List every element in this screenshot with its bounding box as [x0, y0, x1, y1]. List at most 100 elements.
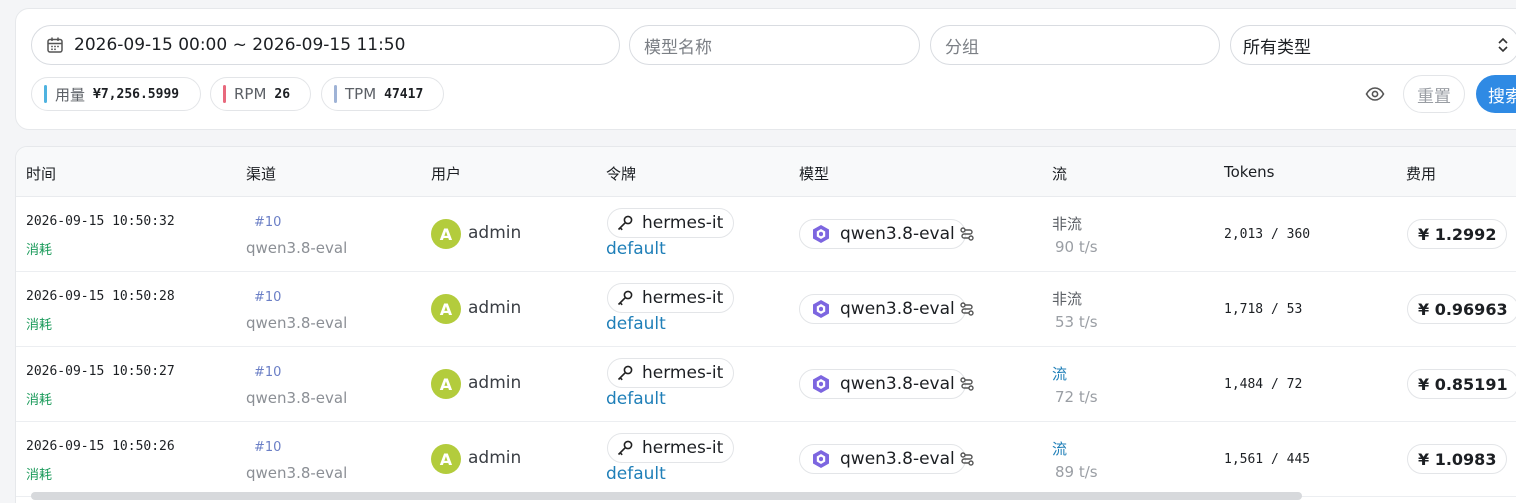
- log-time: 2026-09-15 10:50:26: [26, 439, 175, 454]
- channel-id[interactable]: #10: [254, 440, 281, 455]
- stat-usage: 用量 ¥7,256.5999: [31, 77, 201, 111]
- model-name-input[interactable]: 模型名称: [629, 25, 920, 65]
- table-row: 2026-09-15 10:50:26 消耗 #10 qwen3.8-eval Aadm…: [16, 422, 1516, 497]
- header-model: 模型: [799, 165, 830, 183]
- log-time: 2026-09-15 10:50:28: [26, 289, 175, 304]
- speed: 53 t/s: [1055, 313, 1098, 331]
- type-select-value: 所有类型: [1243, 37, 1311, 58]
- date-range-value: 2026-09-15 00:00 ~ 2026-09-15 11:50: [74, 35, 406, 55]
- log-table: 时间 渠道 用户 令牌 模型 流 Tokens 费用 2026-09-15 10…: [15, 146, 1516, 503]
- token-count: 1,718 / 53: [1224, 302, 1303, 317]
- filter-panel: 2026-09-15 00:00 ~ 2026-09-15 11:50 模型名称…: [15, 8, 1516, 130]
- stream-mode: 非流: [1052, 290, 1083, 308]
- token-name: hermes-it: [642, 438, 724, 458]
- log-time: 2026-09-15 10:50:27: [26, 364, 175, 379]
- avatar: A: [431, 444, 461, 474]
- search-button[interactable]: 搜索: [1476, 75, 1516, 113]
- model-name-placeholder: 模型名称: [644, 37, 712, 58]
- header-tokens: Tokens: [1224, 163, 1275, 181]
- route-icon[interactable]: [959, 376, 975, 392]
- user-name[interactable]: admin: [468, 298, 521, 318]
- table-row: 2026-09-15 10:50:28 消耗 #10 qwen3.8-eval Aadm…: [16, 272, 1516, 347]
- cost-badge: ¥ 0.96963: [1407, 294, 1516, 324]
- token-group[interactable]: default: [606, 464, 666, 484]
- stat-usage-label: 用量: [55, 85, 86, 104]
- token-tag[interactable]: hermes-it: [607, 358, 735, 388]
- stat-tpm-label: TPM: [345, 85, 377, 103]
- token-name: hermes-it: [642, 213, 724, 233]
- stat-rpm: RPM 26: [210, 77, 311, 111]
- log-type: 消耗: [26, 243, 53, 258]
- table-header: 时间 渠道 用户 令牌 模型 流 Tokens 费用: [16, 147, 1516, 197]
- header-user: 用户: [431, 165, 462, 183]
- stat-tpm: TPM 47417: [321, 77, 444, 111]
- table-row: 2026-09-15 10:50:27 消耗 #10 qwen3.8-eval Aadm…: [16, 347, 1516, 422]
- token-name: hermes-it: [642, 363, 724, 383]
- token-name: hermes-it: [642, 288, 724, 308]
- channel-name: qwen3.8-eval: [246, 389, 348, 407]
- model-name: qwen3.8-eval: [840, 224, 955, 244]
- token-count: 1,484 / 72: [1224, 377, 1303, 392]
- log-time: 2026-09-15 10:50:32: [26, 214, 175, 229]
- route-icon[interactable]: [959, 301, 975, 317]
- token-group[interactable]: default: [606, 389, 666, 409]
- token-group[interactable]: default: [606, 314, 666, 334]
- chevron-up-down-icon: [1497, 37, 1509, 53]
- channel-id[interactable]: #10: [254, 290, 281, 305]
- log-type: 消耗: [26, 393, 53, 408]
- route-icon[interactable]: [959, 451, 975, 467]
- qwen-logo-icon: [810, 223, 832, 245]
- token-group[interactable]: default: [606, 239, 666, 259]
- header-channel: 渠道: [246, 165, 277, 183]
- eye-icon[interactable]: [1365, 86, 1385, 102]
- table-row: 2026-09-15 10:50:32 消耗 #10 qwen3.8-eval Aadm…: [16, 197, 1516, 272]
- stat-rpm-label: RPM: [234, 85, 267, 103]
- channel-name: qwen3.8-eval: [246, 239, 348, 257]
- model-tag[interactable]: qwen3.8-eval: [799, 219, 966, 249]
- user-name[interactable]: admin: [468, 448, 521, 468]
- speed: 90 t/s: [1055, 238, 1098, 256]
- qwen-logo-icon: [810, 448, 832, 470]
- model-tag[interactable]: qwen3.8-eval: [799, 369, 966, 399]
- model-name: qwen3.8-eval: [840, 299, 955, 319]
- header-cost: 费用: [1406, 165, 1437, 183]
- token-tag[interactable]: hermes-it: [607, 283, 735, 313]
- stat-usage-value: ¥7,256.5999: [93, 86, 180, 102]
- speed: 89 t/s: [1055, 463, 1098, 481]
- user-name[interactable]: admin: [468, 373, 521, 393]
- model-tag[interactable]: qwen3.8-eval: [799, 444, 966, 474]
- qwen-logo-icon: [810, 298, 832, 320]
- stream-mode: 非流: [1052, 215, 1083, 233]
- stat-tpm-value: 47417: [384, 86, 424, 102]
- channel-name: qwen3.8-eval: [246, 314, 348, 332]
- key-icon: [616, 439, 634, 457]
- token-tag[interactable]: hermes-it: [607, 433, 735, 463]
- channel-id[interactable]: #10: [254, 365, 281, 380]
- channel-name: qwen3.8-eval: [246, 464, 348, 482]
- stat-rpm-value: 26: [274, 86, 291, 102]
- date-range-picker[interactable]: 2026-09-15 00:00 ~ 2026-09-15 11:50: [31, 25, 620, 65]
- route-icon[interactable]: [959, 226, 975, 242]
- model-tag[interactable]: qwen3.8-eval: [799, 294, 966, 324]
- group-placeholder: 分组: [945, 37, 979, 58]
- channel-id[interactable]: #10: [254, 215, 281, 230]
- stream-mode: 流: [1052, 440, 1068, 458]
- token-count: 1,561 / 445: [1224, 452, 1311, 467]
- log-type: 消耗: [26, 468, 53, 483]
- model-name: qwen3.8-eval: [840, 449, 955, 469]
- key-icon: [616, 214, 634, 232]
- token-tag[interactable]: hermes-it: [607, 208, 735, 238]
- type-select[interactable]: 所有类型: [1230, 25, 1516, 65]
- speed: 72 t/s: [1055, 388, 1098, 406]
- avatar: A: [431, 294, 461, 324]
- stream-mode: 流: [1052, 365, 1068, 383]
- calendar-icon: [46, 36, 64, 54]
- reset-button[interactable]: 重置: [1403, 75, 1465, 113]
- key-icon: [616, 364, 634, 382]
- horizontal-scrollbar[interactable]: [31, 492, 1302, 500]
- qwen-logo-icon: [810, 373, 832, 395]
- user-name[interactable]: admin: [468, 223, 521, 243]
- cost-badge: ¥ 1.2992: [1407, 219, 1508, 249]
- group-input[interactable]: 分组: [930, 25, 1220, 65]
- token-count: 2,013 / 360: [1224, 227, 1311, 242]
